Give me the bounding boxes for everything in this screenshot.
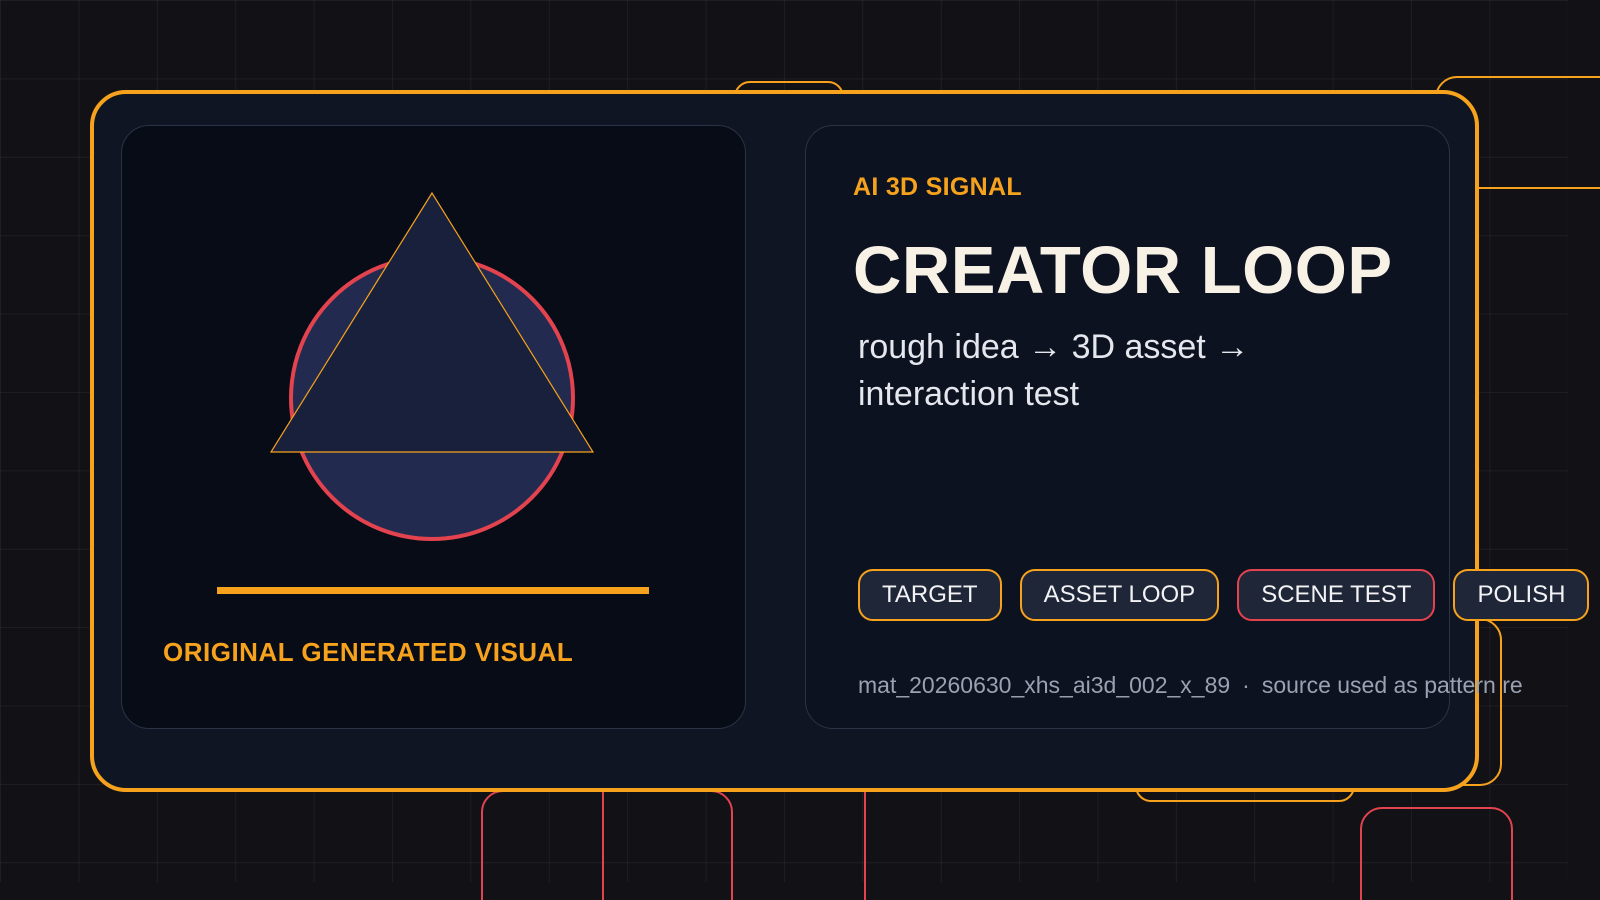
chip-row: TARGET ASSET LOOP SCENE TEST POLISH — [858, 569, 1590, 621]
page-title: CREATOR LOOP — [853, 233, 1393, 308]
subtitle: rough idea → 3D asset → interaction test — [858, 328, 1250, 413]
visual-caption: ORIGINAL GENERATED VISUAL — [163, 637, 574, 667]
main-card: ORIGINAL GENERATED VISUAL AI 3D SIGNAL C… — [90, 90, 1590, 792]
chip-polish[interactable]: POLISH — [1453, 569, 1590, 621]
background-frame-bottom-right — [1360, 807, 1513, 900]
source-line: mat_20260630_xhs_ai3d_002_x_89 · source us… — [858, 672, 1523, 699]
generated-visual-panel: ORIGINAL GENERATED VISUAL — [121, 125, 746, 729]
source-note: source used as pattern re — [1261, 672, 1523, 698]
separator-dot: · — [1242, 672, 1250, 698]
background-line-bottom-left — [602, 790, 604, 900]
eyebrow-label: AI 3D SIGNAL — [853, 173, 1022, 201]
source-id: mat_20260630_xhs_ai3d_002_x_89 — [858, 672, 1231, 698]
chip-target[interactable]: TARGET — [858, 569, 1002, 621]
background-frame-bottom-left — [481, 790, 733, 900]
chip-scene-test[interactable]: SCENE TEST — [1237, 569, 1436, 621]
chip-asset-loop[interactable]: ASSET LOOP — [1019, 569, 1220, 621]
accent-bar — [217, 587, 649, 594]
info-panel: AI 3D SIGNAL CREATOR LOOP rough idea → 3… — [805, 125, 1590, 729]
background-line-bottom-center — [864, 790, 866, 900]
